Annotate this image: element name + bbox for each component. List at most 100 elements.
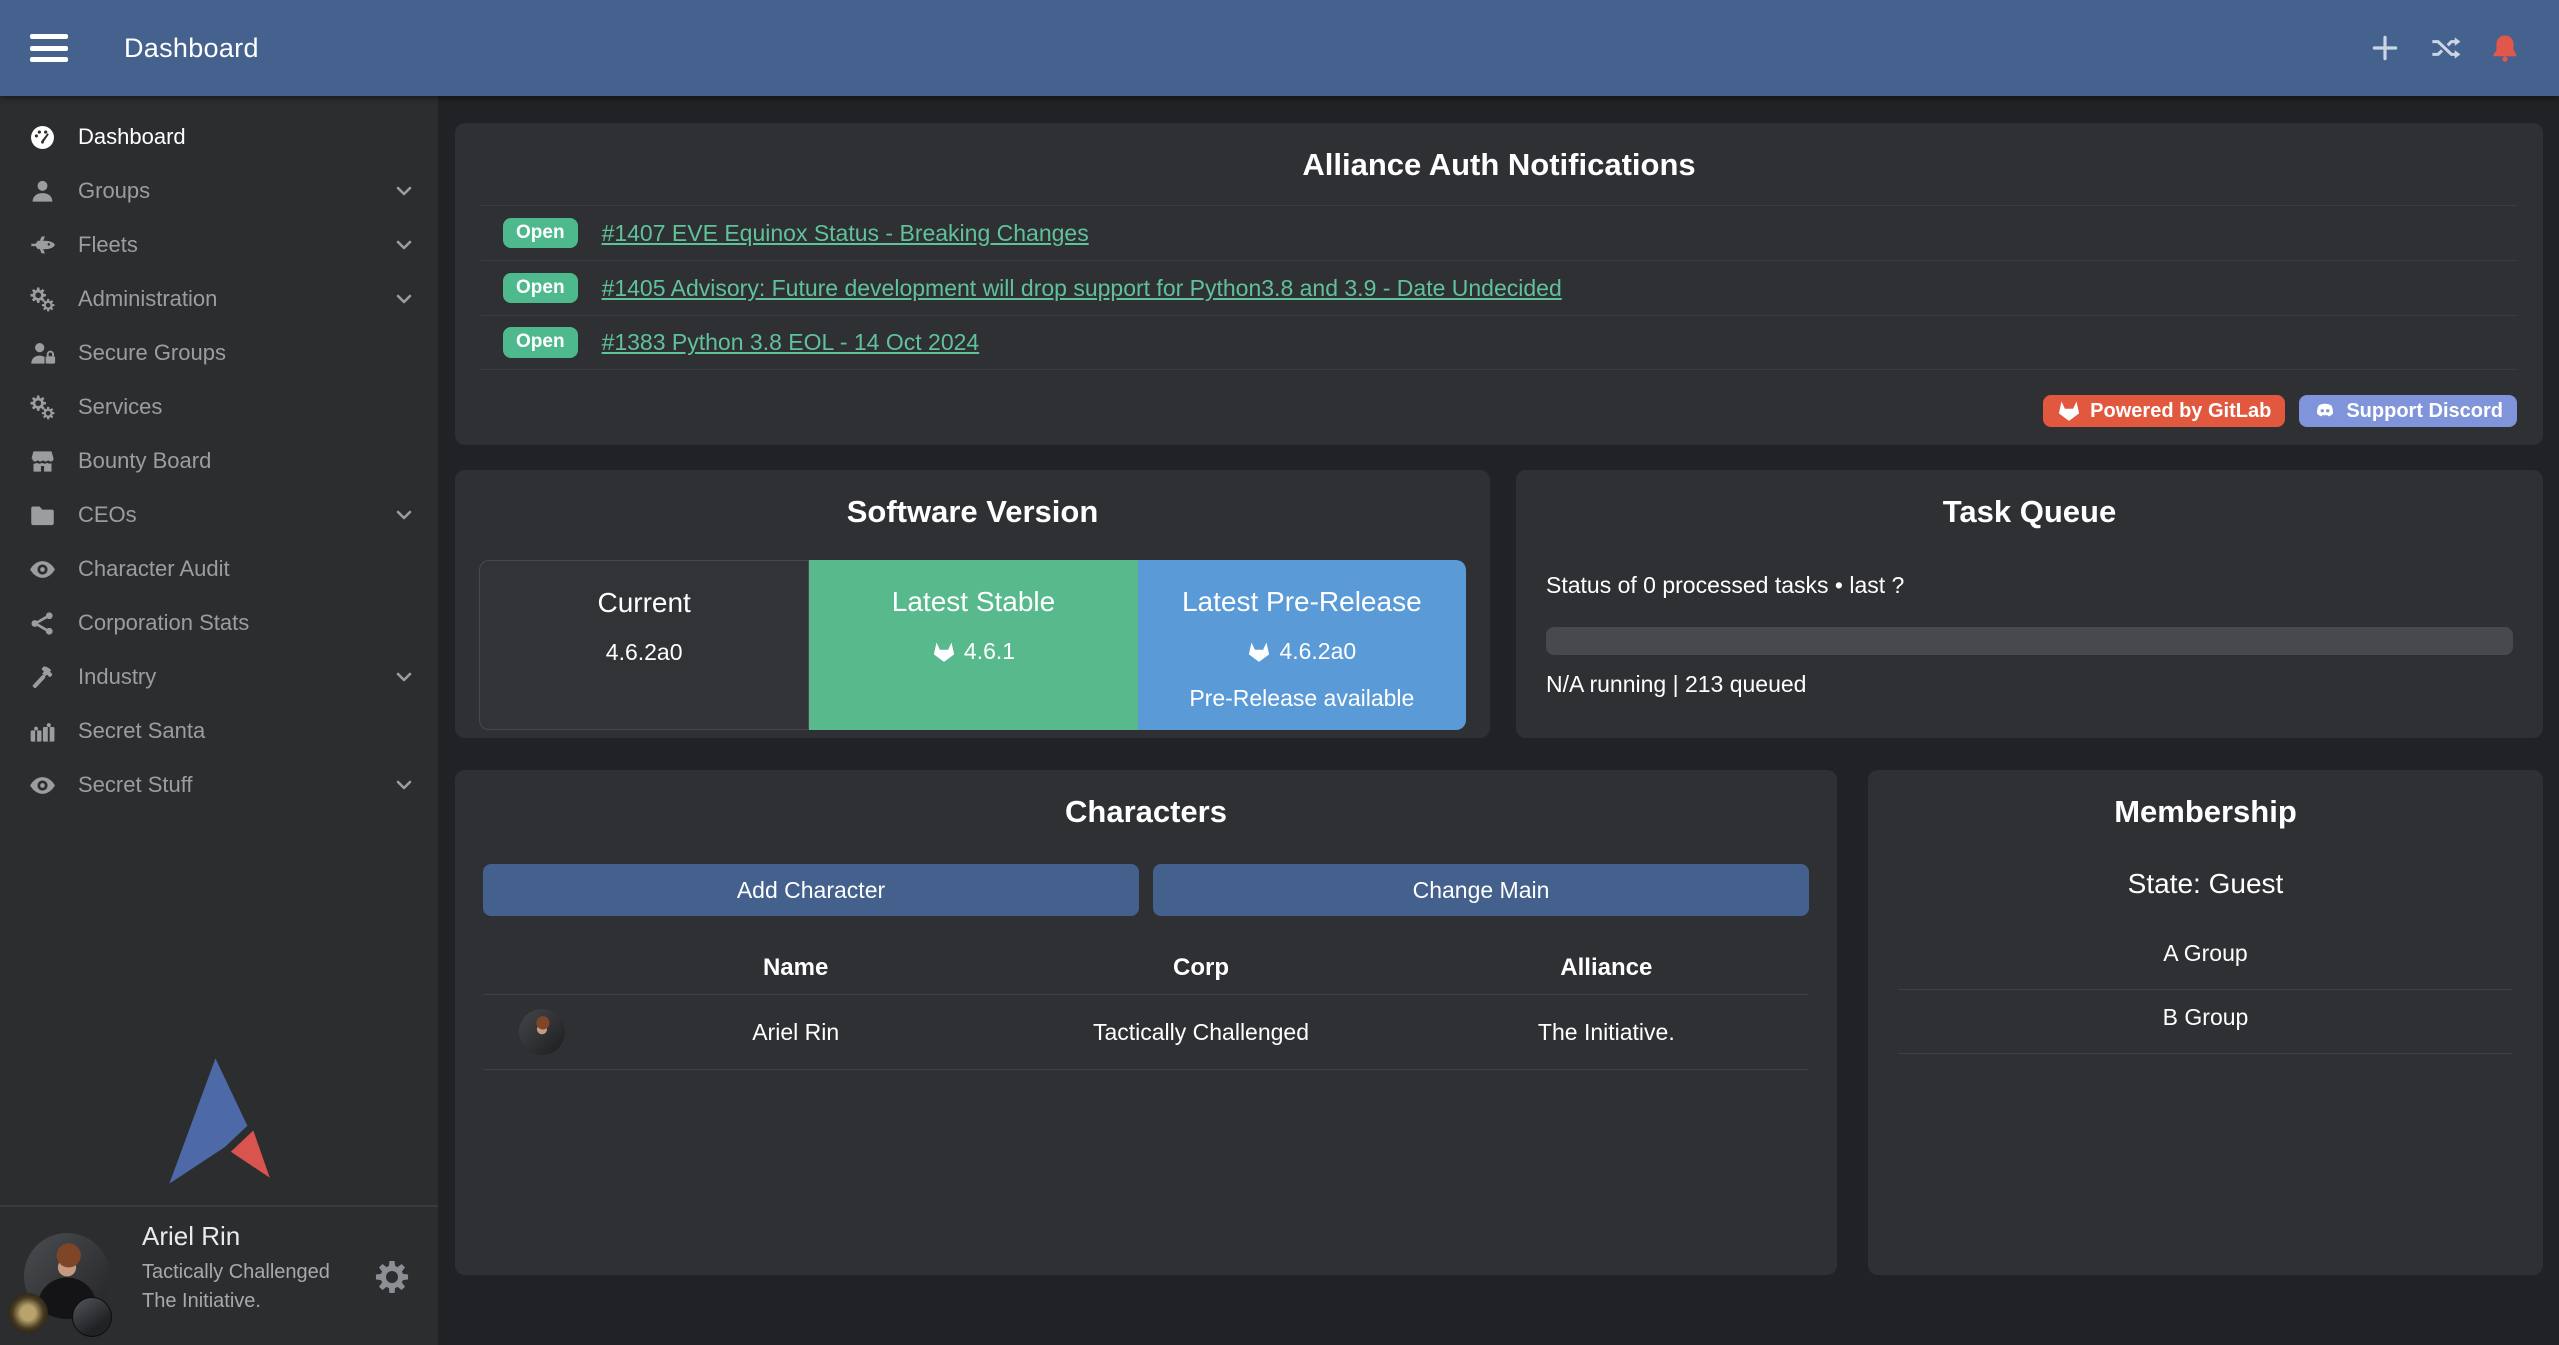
- version-box-current: Current 4.6.2a0: [479, 560, 809, 730]
- characters-table: Name Corp Alliance Ariel Rin Tactically …: [483, 942, 1809, 1070]
- discord-icon: [2313, 400, 2337, 422]
- software-version-title: Software Version: [455, 470, 1490, 530]
- add-icon[interactable]: [2369, 32, 2401, 64]
- sidebar-item-groups[interactable]: Groups: [0, 164, 438, 218]
- user-panel: Ariel Rin Tactically Challenged The Init…: [0, 1205, 438, 1345]
- navbar-title: Dashboard: [124, 33, 259, 64]
- task-progress-bar: [1546, 627, 2513, 655]
- sidebar-item-character-audit[interactable]: Character Audit: [0, 542, 438, 596]
- sidebar-menu: Dashboard Groups Fleets Administration S…: [0, 96, 438, 812]
- corp-logo-badge: [8, 1293, 48, 1333]
- column-header-corp: Corp: [998, 954, 1403, 982]
- sidebar-item-services[interactable]: Services: [0, 380, 438, 434]
- sidebar-item-secure-groups[interactable]: Secure Groups: [0, 326, 438, 380]
- notification-item: Open #1407 EVE Equinox Status - Breaking…: [481, 205, 2517, 260]
- gears-icon: [26, 393, 58, 421]
- share-nodes-icon: [26, 609, 58, 637]
- chevron-down-icon: [392, 503, 416, 527]
- chevron-down-icon: [392, 773, 416, 797]
- notifications-title: Alliance Auth Notifications: [455, 123, 2543, 183]
- sidebar: Dashboard Groups Fleets Administration S…: [0, 96, 438, 1345]
- user-name: Ariel Rin: [142, 1221, 330, 1252]
- membership-panel: Membership State: Guest A Group B Group: [1868, 770, 2543, 1275]
- prerelease-note: Pre-Release available: [1138, 685, 1466, 712]
- characters-panel: Characters Add Character Change Main Nam…: [455, 770, 1837, 1275]
- characters-title: Characters: [455, 770, 1837, 830]
- support-discord-badge[interactable]: Support Discord: [2299, 395, 2517, 427]
- sidebar-item-industry[interactable]: Industry: [0, 650, 438, 704]
- status-badge: Open: [503, 273, 578, 304]
- column-header-name: Name: [593, 954, 998, 982]
- sidebar-item-dashboard[interactable]: Dashboard: [0, 110, 438, 164]
- chevron-down-icon: [392, 665, 416, 689]
- task-queue-title: Task Queue: [1516, 470, 2543, 530]
- notification-link[interactable]: #1405 Advisory: Future development will …: [602, 275, 1562, 302]
- space-shuttle-icon: [26, 231, 58, 259]
- character-alliance: The Initiative.: [1404, 1019, 1809, 1046]
- status-badge: Open: [503, 218, 578, 249]
- chevron-down-icon: [392, 287, 416, 311]
- store-icon: [26, 447, 58, 475]
- sidebar-item-administration[interactable]: Administration: [0, 272, 438, 326]
- main-content: Alliance Auth Notifications Open #1407 E…: [438, 96, 2559, 1345]
- status-badge: Open: [503, 327, 578, 358]
- membership-groups-list: A Group B Group: [1898, 926, 2513, 1054]
- current-version: 4.6.2a0: [606, 639, 683, 666]
- prerelease-version: 4.6.2a0: [1279, 638, 1356, 665]
- hammer-icon: [26, 663, 58, 691]
- notifications-list: Open #1407 EVE Equinox Status - Breaking…: [481, 205, 2517, 370]
- task-status-line: Status of 0 processed tasks • last ?: [1546, 572, 2513, 599]
- column-header-alliance: Alliance: [1404, 954, 1809, 982]
- notification-link[interactable]: #1383 Python 3.8 EOL - 14 Oct 2024: [602, 329, 980, 356]
- alliance-logo-badge: [72, 1297, 112, 1337]
- sidebar-item-fleets[interactable]: Fleets: [0, 218, 438, 272]
- eye-icon: [26, 771, 58, 799]
- group-item: B Group: [1898, 990, 2513, 1054]
- table-row: Ariel Rin Tactically Challenged The Init…: [483, 994, 1809, 1070]
- table-header-row: Name Corp Alliance: [483, 942, 1809, 994]
- chevron-down-icon: [392, 179, 416, 203]
- sidebar-item-secret-santa[interactable]: Secret Santa: [0, 704, 438, 758]
- sidebar-item-corporation-stats[interactable]: Corporation Stats: [0, 596, 438, 650]
- folder-icon: [26, 501, 58, 529]
- task-queue-panel: Task Queue Status of 0 processed tasks •…: [1516, 470, 2543, 738]
- sidebar-item-secret-stuff[interactable]: Secret Stuff: [0, 758, 438, 812]
- membership-state: State: Guest: [1868, 868, 2543, 900]
- version-box-latest-prerelease: Latest Pre-Release 4.6.2a0 Pre-Release a…: [1138, 560, 1466, 730]
- notification-link[interactable]: #1407 EVE Equinox Status - Breaking Chan…: [602, 220, 1089, 247]
- notifications-panel: Alliance Auth Notifications Open #1407 E…: [455, 123, 2543, 445]
- user-alliance: The Initiative.: [142, 1287, 330, 1316]
- version-box-latest-stable: Latest Stable 4.6.1: [809, 560, 1137, 730]
- hamburger-menu-icon[interactable]: [30, 34, 68, 62]
- user-lock-icon: [26, 339, 58, 367]
- software-version-panel: Software Version Current 4.6.2a0 Latest …: [455, 470, 1490, 738]
- notification-item: Open #1383 Python 3.8 EOL - 14 Oct 2024: [481, 315, 2517, 370]
- notifications-bell-icon[interactable]: [2489, 32, 2521, 64]
- gitlab-tanuki-icon: [2057, 400, 2081, 422]
- task-queue-line: N/A running | 213 queued: [1546, 671, 2513, 698]
- gifts-icon: [26, 717, 58, 745]
- character-corp: Tactically Challenged: [998, 1019, 1403, 1046]
- powered-by-gitlab-badge[interactable]: Powered by GitLab: [2043, 395, 2285, 427]
- sidebar-item-ceos[interactable]: CEOs: [0, 488, 438, 542]
- add-character-button[interactable]: Add Character: [483, 864, 1139, 916]
- gitlab-tanuki-icon: [1247, 641, 1271, 663]
- user-icon: [26, 177, 58, 205]
- alliance-auth-logo: [158, 1056, 280, 1186]
- shuffle-icon[interactable]: [2429, 32, 2461, 64]
- change-main-button[interactable]: Change Main: [1153, 864, 1809, 916]
- chevron-down-icon: [392, 233, 416, 257]
- gitlab-tanuki-icon: [932, 641, 956, 663]
- group-item: A Group: [1898, 926, 2513, 990]
- stable-version: 4.6.1: [964, 638, 1015, 665]
- settings-gear-icon[interactable]: [374, 1259, 410, 1295]
- character-name: Ariel Rin: [593, 1019, 998, 1046]
- user-corp: Tactically Challenged: [142, 1258, 330, 1287]
- sidebar-item-bounty-board[interactable]: Bounty Board: [0, 434, 438, 488]
- eye-icon: [26, 555, 58, 583]
- top-navbar: Dashboard: [0, 0, 2559, 96]
- gears-icon: [26, 285, 58, 313]
- gauge-icon: [26, 123, 58, 151]
- notification-item: Open #1405 Advisory: Future development …: [481, 260, 2517, 315]
- membership-title: Membership: [1868, 770, 2543, 830]
